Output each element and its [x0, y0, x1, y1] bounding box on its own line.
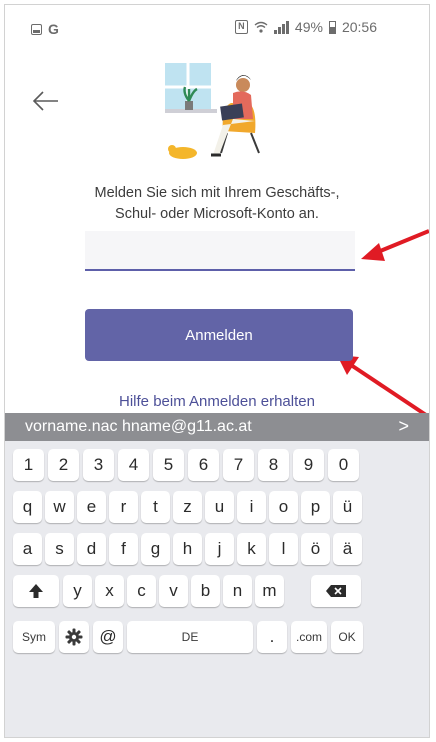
- key-4[interactable]: 4: [118, 449, 149, 481]
- key-f[interactable]: f: [109, 533, 138, 565]
- key-1[interactable]: 1: [13, 449, 44, 481]
- key-i[interactable]: i: [237, 491, 266, 523]
- key-settings[interactable]: [59, 621, 89, 653]
- keyboard-suggestion-bar[interactable]: vorname.nac hname@g11.ac.at >: [5, 413, 429, 441]
- signal-icon: [273, 20, 289, 34]
- status-app-letter: G: [48, 21, 59, 37]
- phone-screen: G N 49% 20:56 Melden Sie sich mit Ihrem …: [4, 4, 430, 738]
- key-at[interactable]: @: [93, 621, 123, 653]
- key-ae[interactable]: ä: [333, 533, 362, 565]
- suggestion-expand-icon[interactable]: >: [398, 416, 409, 437]
- key-z[interactable]: z: [173, 491, 202, 523]
- keyboard-row-3: y x c v b n m: [5, 575, 429, 613]
- key-shift[interactable]: [13, 575, 59, 607]
- key-b[interactable]: b: [191, 575, 220, 607]
- key-u[interactable]: u: [205, 491, 234, 523]
- key-w[interactable]: w: [45, 491, 74, 523]
- on-screen-keyboard: vorname.nac hname@g11.ac.at > 1 2 3 4 5 …: [5, 413, 429, 737]
- key-ue[interactable]: ü: [333, 491, 362, 523]
- battery-icon: [328, 20, 336, 34]
- nfc-icon: N: [234, 20, 248, 34]
- key-q[interactable]: q: [13, 491, 42, 523]
- key-j[interactable]: j: [205, 533, 234, 565]
- key-k[interactable]: k: [237, 533, 266, 565]
- keyboard-row-2: a s d f g h j k l ö ä: [5, 533, 429, 571]
- key-c[interactable]: c: [127, 575, 156, 607]
- status-time: 20:56: [341, 19, 377, 35]
- key-3[interactable]: 3: [83, 449, 114, 481]
- key-2[interactable]: 2: [48, 449, 79, 481]
- key-g[interactable]: g: [141, 533, 170, 565]
- key-h[interactable]: h: [173, 533, 202, 565]
- shift-icon: [29, 584, 43, 598]
- keyboard-bottom-row: Sym @ DE . .com OK: [5, 621, 429, 659]
- wifi-icon: [254, 21, 268, 33]
- key-8[interactable]: 8: [258, 449, 289, 481]
- email-input[interactable]: [85, 231, 355, 271]
- key-o[interactable]: o: [269, 491, 298, 523]
- battery-percent: 49%: [294, 19, 323, 35]
- prompt-line-1: Melden Sie sich mit Ihrem Geschäfts-,: [94, 185, 340, 201]
- key-y[interactable]: y: [63, 575, 92, 607]
- sign-in-help-link[interactable]: Hilfe beim Anmelden erhalten: [5, 393, 429, 410]
- annotation-arrow-input: [361, 229, 429, 261]
- key-v[interactable]: v: [159, 575, 188, 607]
- key-6[interactable]: 6: [188, 449, 219, 481]
- key-7[interactable]: 7: [223, 449, 254, 481]
- back-arrow-icon[interactable]: [31, 89, 61, 113]
- key-ok[interactable]: OK: [331, 621, 363, 653]
- key-space[interactable]: DE: [127, 621, 253, 653]
- key-x[interactable]: x: [95, 575, 124, 607]
- keyboard-row-1: q w e r t z u i o p ü: [5, 491, 429, 529]
- key-oe[interactable]: ö: [301, 533, 330, 565]
- key-t[interactable]: t: [141, 491, 170, 523]
- backspace-icon: [326, 585, 346, 597]
- key-l[interactable]: l: [269, 533, 298, 565]
- key-p[interactable]: p: [301, 491, 330, 523]
- status-left: G: [31, 21, 59, 37]
- status-bar: G N 49% 20:56: [5, 5, 429, 43]
- key-a[interactable]: a: [13, 533, 42, 565]
- sign-in-button[interactable]: Anmelden: [85, 309, 353, 361]
- prompt-line-2: Schul- oder Microsoft-Konto an.: [115, 206, 319, 222]
- gear-icon: [65, 628, 83, 646]
- key-9[interactable]: 9: [293, 449, 324, 481]
- key-n[interactable]: n: [223, 575, 252, 607]
- key-dot[interactable]: .: [257, 621, 287, 653]
- key-sym[interactable]: Sym: [13, 621, 55, 653]
- key-5[interactable]: 5: [153, 449, 184, 481]
- key-d[interactable]: d: [77, 533, 106, 565]
- key-dotcom[interactable]: .com: [291, 621, 327, 653]
- key-m[interactable]: m: [255, 575, 284, 607]
- key-e[interactable]: e: [77, 491, 106, 523]
- key-r[interactable]: r: [109, 491, 138, 523]
- status-right: N 49% 20:56: [234, 19, 377, 35]
- key-s[interactable]: s: [45, 533, 74, 565]
- email-suggestion[interactable]: vorname.nac hname@g11.ac.at: [25, 418, 252, 436]
- gallery-icon: [31, 23, 42, 35]
- welcome-illustration: [165, 63, 260, 159]
- sign-in-prompt: Melden Sie sich mit Ihrem Geschäfts-, Sc…: [55, 183, 379, 225]
- key-0[interactable]: 0: [328, 449, 359, 481]
- key-backspace[interactable]: [311, 575, 361, 607]
- keyboard-number-row: 1 2 3 4 5 6 7 8 9 0: [5, 449, 429, 487]
